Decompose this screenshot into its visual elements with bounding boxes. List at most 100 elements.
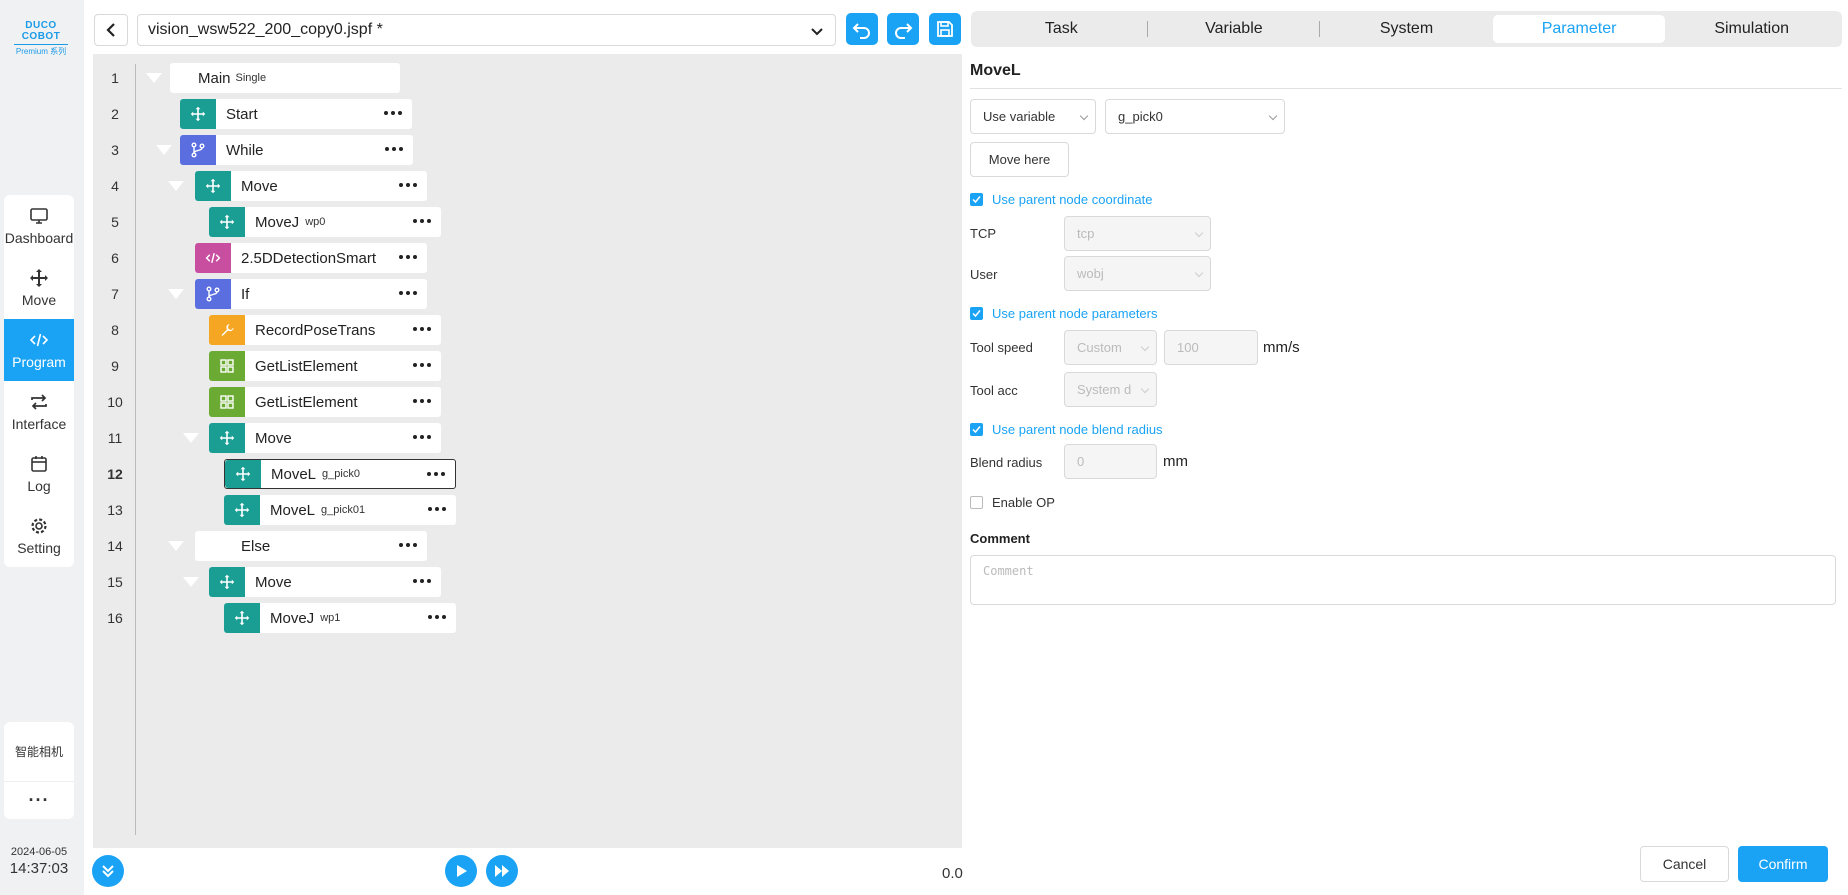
chevron-down-icon [1140, 342, 1150, 352]
collapse-toggle[interactable] [146, 73, 162, 83]
collapse-toggle[interactable] [168, 541, 184, 551]
node-menu-icon[interactable] [413, 579, 431, 583]
nav-item-log[interactable]: Log [4, 443, 74, 505]
save-button[interactable] [929, 13, 961, 45]
node-menu-icon[interactable] [427, 472, 445, 476]
tree-node-while[interactable]: While [180, 135, 413, 165]
tcp-label: TCP [970, 226, 996, 241]
tree-node-movel[interactable]: MoveL g_pick01 [224, 495, 456, 525]
tree-node-move[interactable]: Move [209, 567, 441, 597]
node-menu-icon[interactable] [385, 147, 403, 151]
more-button[interactable]: ··· [4, 782, 74, 818]
tree-node-movej[interactable]: MoveJ wp1 [224, 603, 456, 633]
line-number: 5 [111, 214, 119, 230]
tab-task[interactable]: Task [975, 15, 1148, 43]
comment-textarea[interactable] [970, 555, 1836, 605]
node-menu-icon[interactable] [413, 327, 431, 331]
move-here-button[interactable]: Move here [970, 142, 1069, 177]
use-parent-params-checkbox[interactable]: Use parent node parameters [970, 306, 1157, 321]
collapse-toggle[interactable] [183, 577, 199, 587]
tab-simulation[interactable]: Simulation [1665, 15, 1838, 43]
tool-speed-input[interactable]: 100 [1164, 330, 1258, 365]
tool-acc-mode-select[interactable]: System d [1064, 372, 1157, 407]
tab-variable[interactable]: Variable [1148, 15, 1321, 43]
point-source-select[interactable]: Use variable [970, 99, 1096, 134]
tree-node-detection[interactable]: 2.5DDetectionSmart [195, 243, 427, 273]
program-file-select[interactable]: vision_wsw522_200_copy0.jspf * [137, 14, 836, 46]
fast-forward-button[interactable] [486, 855, 518, 887]
tree-row: 7 If [93, 276, 962, 312]
tab-system[interactable]: System [1320, 15, 1493, 43]
line-number: 12 [107, 466, 123, 482]
use-parent-coord-checkbox[interactable]: Use parent node coordinate [970, 192, 1152, 207]
node-menu-icon[interactable] [413, 363, 431, 367]
node-tag: wp1 [320, 612, 341, 624]
tool-speed-mode-select[interactable]: Custom [1064, 330, 1157, 365]
node-label: Else [241, 537, 271, 555]
tree-node-main[interactable]: Main Single [170, 63, 400, 93]
collapse-toggle[interactable] [183, 433, 199, 443]
cancel-button[interactable]: Cancel [1640, 846, 1729, 882]
enable-op-checkbox[interactable]: Enable OP [970, 495, 1055, 510]
step-down-button[interactable] [92, 855, 124, 887]
code-icon [29, 333, 49, 347]
node-label: Move [241, 177, 278, 195]
collapse-toggle[interactable] [156, 145, 172, 155]
node-tag: Single [235, 72, 267, 84]
collapse-toggle[interactable] [168, 289, 184, 299]
tree-node-move[interactable]: Move [209, 423, 441, 453]
tree-node-getlistelement[interactable]: GetListElement [209, 351, 441, 381]
back-button[interactable] [94, 14, 128, 46]
node-menu-icon[interactable] [399, 543, 417, 547]
undo-button[interactable] [846, 13, 878, 45]
node-menu-icon[interactable] [399, 291, 417, 295]
tree-node-getlistelement[interactable]: GetListElement [209, 387, 441, 417]
node-menu-icon[interactable] [399, 255, 417, 259]
tree-node-else[interactable]: Else [195, 531, 427, 561]
tree-node-movel-selected[interactable]: MoveL g_pick0 [224, 459, 456, 489]
confirm-button[interactable]: Confirm [1738, 846, 1828, 882]
node-menu-icon[interactable] [413, 399, 431, 403]
main-nav: Dashboard Move Program Interface Log Set… [4, 195, 74, 567]
nav-item-setting[interactable]: Setting [4, 505, 74, 567]
line-number: 14 [107, 538, 123, 554]
line-number: 3 [111, 142, 119, 158]
node-menu-icon[interactable] [413, 219, 431, 223]
chevron-left-icon [106, 23, 115, 37]
nav-item-dashboard[interactable]: Dashboard [4, 195, 74, 257]
node-menu-icon[interactable] [384, 111, 402, 115]
tree-node-movej[interactable]: MoveJ wp0 [209, 207, 441, 237]
user-select[interactable]: wobj [1064, 256, 1211, 291]
line-number: 15 [107, 574, 123, 590]
play-button[interactable] [445, 855, 477, 887]
node-menu-icon[interactable] [428, 615, 446, 619]
tree-node-recordposetrans[interactable]: RecordPoseTrans [209, 315, 441, 345]
brand-underline [14, 44, 68, 45]
node-menu-icon[interactable] [413, 435, 431, 439]
node-tag: g_pick01 [321, 504, 366, 516]
collapse-toggle[interactable] [168, 181, 184, 191]
use-parent-blend-checkbox[interactable]: Use parent node blend radius [970, 422, 1163, 437]
node-menu-icon[interactable] [428, 507, 446, 511]
nav-item-interface[interactable]: Interface [4, 381, 74, 443]
nav-item-program[interactable]: Program [4, 319, 74, 381]
script-node-icon [195, 243, 231, 273]
tcp-select[interactable]: tcp [1064, 216, 1211, 251]
brand-sub: Premium 系列 [15, 47, 67, 56]
tree-node-start[interactable]: Start [180, 99, 412, 129]
tree-node-move[interactable]: Move [195, 171, 427, 201]
checkbox-checked-icon [970, 307, 983, 320]
blend-radius-input[interactable]: 0 [1064, 444, 1157, 479]
node-label: GetListElement [255, 393, 358, 411]
tab-parameter[interactable]: Parameter [1492, 15, 1666, 43]
tree-row: 9 GetListElement [93, 348, 962, 384]
speed-value: 0.0 [942, 865, 963, 882]
point-variable-select[interactable]: g_pick0 [1105, 99, 1285, 134]
nav-item-move[interactable]: Move [4, 257, 74, 319]
smart-camera-button[interactable]: 智能相机 [4, 722, 74, 782]
node-menu-icon[interactable] [399, 183, 417, 187]
comment-label: Comment [970, 531, 1030, 546]
checkbox-label: Use parent node parameters [992, 306, 1158, 321]
redo-button[interactable] [887, 13, 919, 45]
tree-node-if[interactable]: If [195, 279, 427, 309]
